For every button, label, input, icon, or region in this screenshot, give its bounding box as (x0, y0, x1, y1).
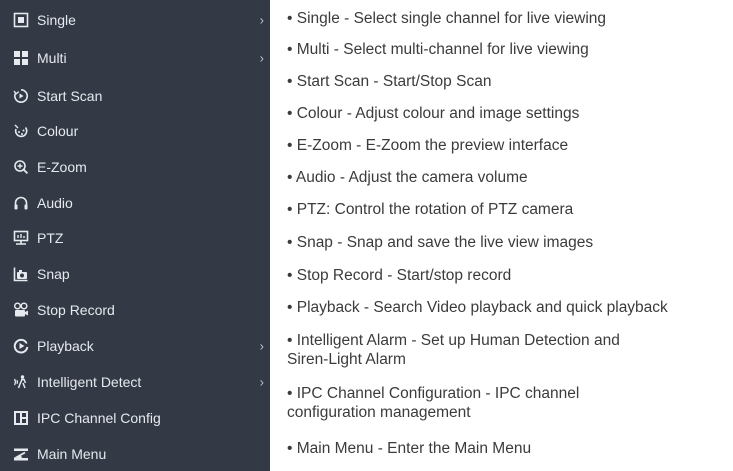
desc-ipc-channel-configuration: • IPC Channel Configuration - IPC channe… (287, 384, 729, 422)
menu-item-stop-record[interactable]: Stop Record (0, 294, 270, 326)
desc-line: configuration management (287, 404, 471, 421)
desc-playback: • Playback - Search Video playback and q… (287, 299, 668, 316)
multi-view-icon (13, 50, 29, 66)
playback-icon (13, 338, 29, 354)
zoom-icon (13, 159, 29, 175)
menu-item-label: Stop Record (37, 302, 115, 318)
desc-line: • Intelligent Alarm - Set up Human Detec… (287, 332, 620, 349)
desc-colour: • Colour - Adjust colour and image setti… (287, 105, 580, 122)
menu-item-ipc-channel-config[interactable]: IPC Channel Config (0, 402, 270, 434)
menu-item-main-menu[interactable]: Main Menu (0, 438, 270, 470)
menu-item-label: Playback (37, 338, 94, 354)
desc-multi: • Multi - Select multi-channel for live … (287, 41, 589, 58)
menu-item-colour[interactable]: Colour (0, 115, 270, 147)
detect-icon (13, 374, 29, 390)
menu-item-start-scan[interactable]: Start Scan (0, 80, 270, 112)
desc-main-menu: • Main Menu - Enter the Main Menu (287, 440, 532, 457)
menu-item-multi[interactable]: Multi › (0, 42, 270, 74)
menu-item-ptz[interactable]: PTZ (0, 222, 270, 254)
menu-item-label: Intelligent Detect (37, 374, 142, 390)
ptz-icon (13, 230, 29, 246)
menu-item-label: E-Zoom (37, 159, 87, 175)
desc-audio: • Audio - Adjust the camera volume (287, 169, 528, 186)
main-menu-icon (13, 446, 29, 462)
menu-item-label: Main Menu (37, 446, 107, 462)
desc-snap: • Snap - Snap and save the live view ima… (287, 234, 594, 251)
menu-item-label: Audio (37, 195, 73, 211)
chevron-right-icon: › (259, 50, 264, 66)
menu-item-label: Single (37, 12, 76, 28)
desc-line: • IPC Channel Configuration - IPC channe… (287, 385, 580, 402)
menu-item-label: PTZ (37, 230, 64, 246)
chevron-right-icon: › (259, 374, 264, 390)
live-view-menu: Single › Multi › Start Scan Colour E-Zoo… (0, 0, 270, 471)
desc-intelligent-alarm: • Intelligent Alarm - Set up Human Detec… (287, 331, 729, 369)
chevron-right-icon: › (259, 12, 264, 28)
menu-item-e-zoom[interactable]: E-Zoom (0, 151, 270, 183)
menu-item-snap[interactable]: Snap (0, 258, 270, 290)
menu-item-playback[interactable]: Playback › (0, 330, 270, 362)
menu-item-label: Colour (37, 123, 79, 139)
desc-single: • Single - Select single channel for liv… (287, 10, 607, 27)
scan-icon (13, 88, 29, 104)
desc-stop-record: • Stop Record - Start/stop record (287, 267, 512, 284)
menu-item-label: Multi (37, 50, 67, 66)
headphones-icon (13, 195, 29, 211)
menu-item-intelligent-detect[interactable]: Intelligent Detect › (0, 366, 270, 398)
menu-item-label: IPC Channel Config (37, 410, 161, 426)
record-icon (13, 302, 29, 318)
desc-ptz: • PTZ: Control the rotation of PTZ camer… (287, 201, 574, 218)
single-view-icon (13, 12, 29, 28)
menu-item-single[interactable]: Single › (0, 4, 270, 36)
menu-item-label: Start Scan (37, 88, 103, 104)
ipc-config-icon (13, 410, 29, 426)
desc-line: Siren-Light Alarm (287, 351, 406, 368)
snap-icon (13, 266, 29, 282)
menu-item-audio[interactable]: Audio (0, 187, 270, 219)
desc-e-zoom: • E-Zoom - E-Zoom the preview interface (287, 137, 569, 154)
desc-start-scan: • Start Scan - Start/Stop Scan (287, 73, 492, 90)
colour-icon (13, 123, 29, 139)
chevron-right-icon: › (259, 338, 264, 354)
menu-item-label: Snap (37, 266, 70, 282)
